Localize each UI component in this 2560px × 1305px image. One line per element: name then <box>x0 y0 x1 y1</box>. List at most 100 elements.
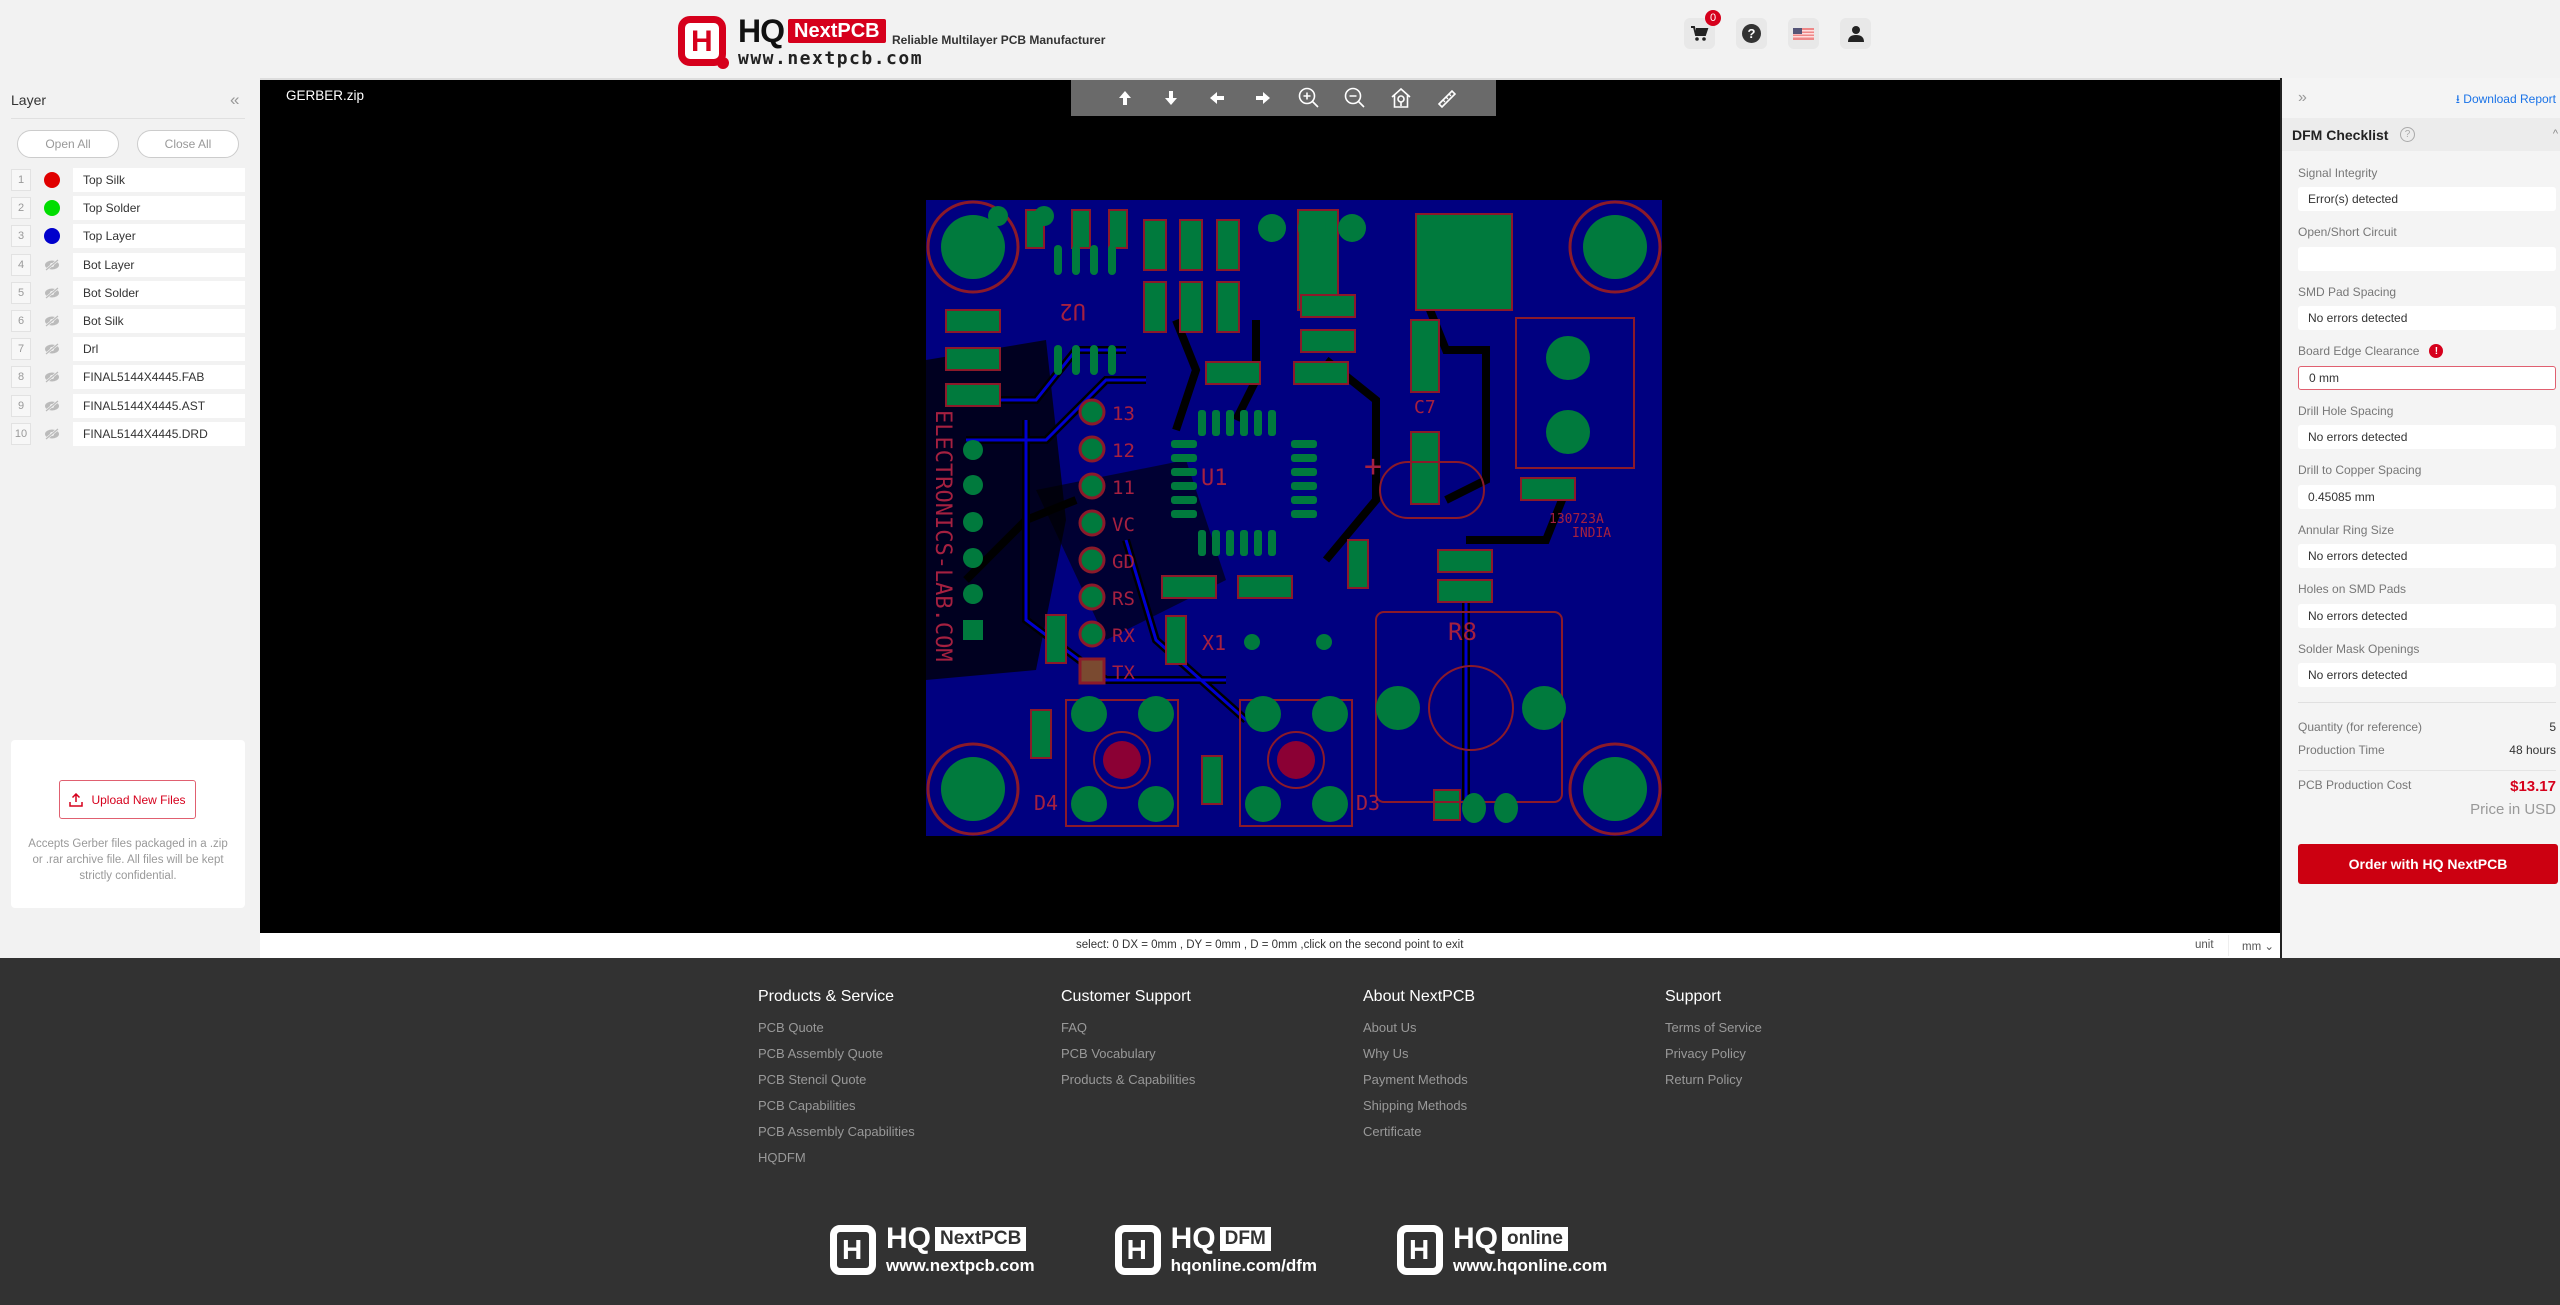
layer-name: Bot Silk <box>73 308 245 333</box>
logo-url: hqonline.com/dfm <box>1170 1256 1318 1275</box>
layer-row[interactable]: 6 Bot Silk <box>11 308 245 333</box>
zoom-out-button[interactable] <box>1343 86 1367 110</box>
layer-visibility-toggle[interactable] <box>31 228 73 245</box>
layer-visibility-toggle[interactable] <box>31 200 73 217</box>
download-report-link[interactable]: ⭳ Download Report <box>2456 90 2556 111</box>
layer-row[interactable]: 9 FINAL5144X4445.AST <box>11 393 245 418</box>
upload-new-files-button[interactable]: Upload New Files <box>59 780 196 819</box>
eye-off-icon <box>45 258 59 271</box>
footer-link[interactable]: Terms of Service <box>1665 1020 1762 1046</box>
footer-link[interactable]: PCB Quote <box>758 1020 915 1046</box>
layer-row[interactable]: 1 Top Silk <box>11 168 245 192</box>
expand-panel-icon[interactable]: » <box>2298 89 2307 107</box>
layer-visibility-toggle[interactable] <box>31 286 73 299</box>
layer-number: 1 <box>11 169 31 191</box>
file-name: GERBER.zip <box>286 88 365 103</box>
layer-visibility-toggle[interactable] <box>31 172 73 188</box>
footer-link[interactable]: PCB Assembly Capabilities <box>758 1124 915 1150</box>
logo-url: www.hqonline.com <box>1453 1256 1608 1275</box>
nextpcb-logo[interactable]: H HQ NextPCB www.nextpcb.com <box>678 15 923 69</box>
layer-row[interactable]: 10 FINAL5144X4445.DRD <box>11 421 245 446</box>
layer-visibility-toggle[interactable] <box>31 371 73 384</box>
zoom-out-icon <box>1344 87 1365 108</box>
footer-link[interactable]: Return Policy <box>1665 1072 1762 1098</box>
footer-link[interactable]: Payment Methods <box>1363 1072 1475 1098</box>
divider <box>11 118 245 119</box>
dfm-checklist-header[interactable]: DFM Checklist ? ^ <box>2282 118 2560 151</box>
check-result: No errors detected <box>2298 603 2556 628</box>
logo-mark: H <box>1397 1225 1444 1275</box>
site-header: H HQ NextPCB www.nextpcb.com Reliable Mu… <box>0 0 2560 78</box>
footer-column: Support Terms of Service Privacy Policy Ret… <box>1665 988 1762 1098</box>
arrow-up-icon <box>1119 91 1131 105</box>
silk-board-name: ELECTRONICS-LAB.COM <box>930 410 955 662</box>
layer-visibility-toggle[interactable] <box>31 427 73 440</box>
unit-label: unit <box>2195 939 2214 951</box>
check-result: Error(s) detected <box>2298 187 2556 211</box>
footer-brand-logo[interactable]: H HQ DFM hqonline.com/dfm <box>1114 1224 1318 1276</box>
layer-visibility-toggle[interactable] <box>31 399 73 412</box>
open-all-button[interactable]: Open All <box>17 130 119 158</box>
arrow-left-icon <box>1210 92 1224 104</box>
footer-brand-logo[interactable]: H HQ NextPCB www.nextpcb.com <box>830 1224 1035 1276</box>
footer-link[interactable]: Shipping Methods <box>1363 1098 1475 1124</box>
pan-right-button[interactable] <box>1251 86 1275 110</box>
pan-up-button[interactable] <box>1113 86 1137 110</box>
production-time-row: Production Time 48 hours <box>2298 743 2556 757</box>
layer-row[interactable]: 8 FINAL5144X4445.FAB <box>11 365 245 390</box>
chevron-up-icon[interactable]: ^ <box>2553 128 2558 140</box>
zoom-in-button[interactable] <box>1297 86 1321 110</box>
check-result: No errors detected <box>2298 663 2556 687</box>
layer-row[interactable]: 5 Bot Solder <box>11 280 245 305</box>
silk-pin-rs: RS <box>1112 588 1135 610</box>
layer-row[interactable]: 4 Bot Layer <box>11 252 245 277</box>
divider <box>2298 770 2556 771</box>
help-icon[interactable]: ? <box>2400 127 2415 142</box>
footer-link[interactable]: Privacy Policy <box>1665 1046 1762 1072</box>
reset-view-button[interactable] <box>1389 86 1413 110</box>
layer-visibility-toggle[interactable] <box>31 343 73 356</box>
layer-row[interactable]: 3 Top Layer <box>11 224 245 249</box>
account-button[interactable] <box>1840 18 1871 49</box>
layer-number: 2 <box>11 197 31 220</box>
layer-name: FINAL5144X4445.DRD <box>73 421 245 446</box>
layer-visibility-toggle[interactable] <box>31 314 73 327</box>
unit-select[interactable]: mm ⌄ <box>2242 939 2274 953</box>
footer-link[interactable]: FAQ <box>1061 1020 1195 1046</box>
arrow-down-icon <box>1165 91 1177 105</box>
order-button[interactable]: Order with HQ NextPCB <box>2298 844 2558 884</box>
layer-visibility-toggle[interactable] <box>31 258 73 271</box>
check-label: Drill Hole Spacing <box>2298 403 2394 418</box>
pan-left-button[interactable] <box>1205 86 1229 110</box>
silk-polarity: + <box>1364 449 1382 484</box>
footer-link[interactable]: PCB Assembly Quote <box>758 1046 915 1072</box>
check-label: SMD Pad Spacing <box>2298 284 2397 299</box>
footer-link[interactable]: HQDFM <box>758 1150 915 1176</box>
layer-name: Top Silk <box>73 168 245 192</box>
footer-brand-logo[interactable]: H HQ online www.hqonline.com <box>1397 1224 1607 1276</box>
help-button[interactable]: ? <box>1736 18 1767 49</box>
pan-down-button[interactable] <box>1159 86 1183 110</box>
layer-row[interactable]: 2 Top Solder <box>11 196 245 221</box>
footer-link[interactable]: Products & Capabilities <box>1061 1072 1195 1098</box>
gerber-viewer[interactable]: GERBER.zip ELECTRONICS-LAB.COM U1 13 12 … <box>260 78 2280 933</box>
dfm-check-item: Holes on SMD Pads No errors detected <box>2298 581 2556 641</box>
layer-row[interactable]: 7 Drl <box>11 337 245 362</box>
site-footer: Products & Service PCB Quote PCB Assembly … <box>0 958 2560 1305</box>
language-button[interactable] <box>1788 18 1819 49</box>
cart-button[interactable]: 0 <box>1684 10 1721 49</box>
footer-link[interactable]: PCB Vocabulary <box>1061 1046 1195 1072</box>
close-all-button[interactable]: Close All <box>137 130 239 158</box>
footer-link[interactable]: About Us <box>1363 1020 1475 1046</box>
pcb-board-render[interactable]: ELECTRONICS-LAB.COM U1 13 12 11 VC GD RS… <box>926 200 1662 836</box>
measure-button[interactable] <box>1435 86 1459 110</box>
layer-number: 7 <box>11 338 31 361</box>
footer-link[interactable]: PCB Capabilities <box>758 1098 915 1124</box>
footer-link[interactable]: PCB Stencil Quote <box>758 1072 915 1098</box>
dfm-check-item: Open/Short Circuit <box>2298 224 2556 284</box>
silk-x1: X1 <box>1202 631 1226 655</box>
footer-link[interactable]: Why Us <box>1363 1046 1475 1072</box>
currency-note: Price in USD <box>2470 801 2556 818</box>
footer-link[interactable]: Certificate <box>1363 1124 1475 1150</box>
collapse-panel-icon[interactable]: « <box>230 90 239 110</box>
